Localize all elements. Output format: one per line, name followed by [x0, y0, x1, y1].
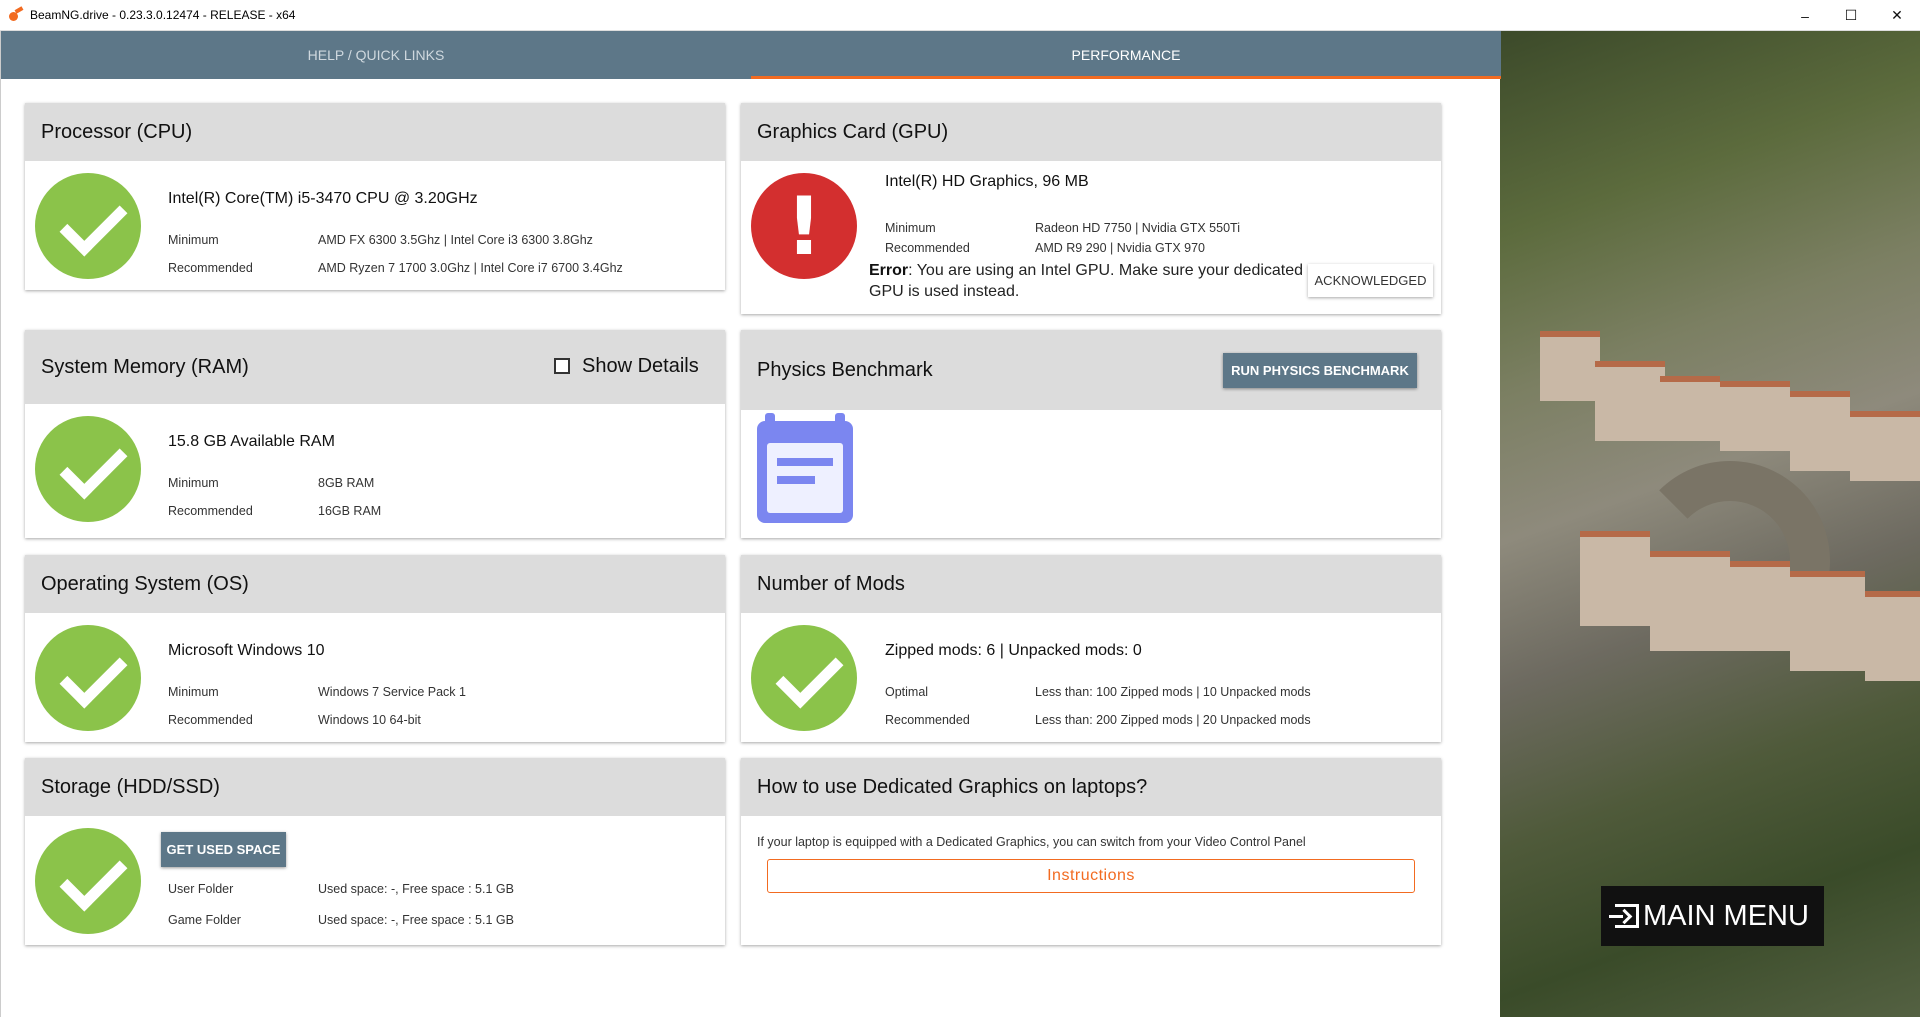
storage-title: Storage (HDD/SSD) — [25, 758, 725, 816]
building — [1790, 571, 1865, 671]
mods-opt-value: Less than: 100 Zipped mods | 10 Unpacked… — [1035, 685, 1311, 699]
laptop-graphics-card: How to use Dedicated Graphics on laptops… — [741, 758, 1441, 945]
cpu-value: Intel(R) Core(TM) i5-3470 CPU @ 3.20GHz — [168, 190, 478, 207]
run-physics-benchmark-button[interactable]: RUN PHYSICS BENCHMARK — [1223, 353, 1417, 388]
mods-rec-value: Less than: 200 Zipped mods | 20 Unpacked… — [1035, 713, 1311, 727]
gpu-error-text: : You are using an Intel GPU. Make sure … — [869, 262, 1304, 300]
check-icon — [35, 625, 141, 731]
storage-card: Storage (HDD/SSD) GET USED SPACE User Fo… — [25, 758, 725, 945]
mods-card: Number of Mods Zipped mods: 6 | Unpacked… — [741, 555, 1441, 742]
maximize-icon[interactable]: ☐ — [1828, 0, 1874, 31]
ram-min-value: 8GB RAM — [318, 476, 375, 490]
building — [1660, 376, 1720, 441]
os-rec-label: Recommended — [168, 713, 253, 727]
os-card: Operating System (OS) Microsoft Windows … — [25, 555, 725, 742]
ram-card: System Memory (RAM) Show Details 15.8 GB… — [25, 330, 725, 538]
building — [1730, 561, 1790, 651]
cpu-title: Processor (CPU) — [25, 103, 725, 161]
exit-to-menu-icon — [1609, 904, 1639, 928]
tab-help-quick-links[interactable]: HELP / QUICK LINKS — [1, 31, 751, 79]
gpu-rec-label: Recommended — [885, 241, 970, 255]
building — [1595, 361, 1665, 441]
window-controls: – ☐ ✕ — [1782, 0, 1920, 31]
window-title: BeamNG.drive - 0.23.3.0.12474 - RELEASE … — [30, 8, 296, 22]
building — [1850, 411, 1920, 481]
user-folder-value: Used space: -, Free space : 5.1 GB — [318, 882, 514, 896]
gpu-error-label: Error — [869, 262, 909, 279]
os-rec-value: Windows 10 64-bit — [318, 713, 421, 727]
ram-title: System Memory (RAM) — [41, 355, 249, 378]
mods-value: Zipped mods: 6 | Unpacked mods: 0 — [885, 642, 1142, 659]
laptop-help-text: If your laptop is equipped with a Dedica… — [757, 835, 1306, 849]
user-folder-label: User Folder — [168, 882, 234, 896]
get-used-space-button[interactable]: GET USED SPACE — [161, 832, 286, 867]
os-title: Operating System (OS) — [25, 555, 725, 613]
check-icon — [35, 828, 141, 934]
building — [1790, 391, 1850, 471]
beamng-logo-icon — [8, 7, 24, 23]
cpu-min-label: Minimum — [168, 233, 219, 247]
ram-min-label: Minimum — [168, 476, 219, 490]
check-icon — [751, 625, 857, 731]
gpu-value: Intel(R) HD Graphics, 96 MB — [885, 173, 1089, 190]
os-min-label: Minimum — [168, 685, 219, 699]
cpu-rec-value: AMD Ryzen 7 1700 3.0Ghz | Intel Core i7 … — [318, 261, 623, 275]
title-bar: BeamNG.drive - 0.23.3.0.12474 - RELEASE … — [0, 0, 1920, 31]
tab-performance[interactable]: PERFORMANCE — [751, 31, 1501, 79]
mods-opt-label: Optimal — [885, 685, 929, 699]
gpu-card: Graphics Card (GPU) ! Intel(R) HD Graphi… — [741, 103, 1441, 314]
mods-rec-label: Recommended — [885, 713, 970, 727]
show-details-checkbox[interactable] — [554, 358, 570, 374]
check-icon — [35, 173, 141, 279]
main-menu-label: MAIN MENU — [1643, 899, 1809, 932]
mods-title: Number of Mods — [741, 555, 1441, 613]
ram-rec-label: Recommended — [168, 504, 253, 518]
gpu-min-value: Radeon HD 7750 | Nvidia GTX 550Ti — [1035, 221, 1240, 235]
cpu-card: Processor (CPU) Intel(R) Core(TM) i5-347… — [25, 103, 725, 290]
building — [1865, 591, 1920, 681]
building — [1540, 331, 1600, 401]
os-min-value: Windows 7 Service Pack 1 — [318, 685, 466, 699]
background-scene-image — [1500, 31, 1920, 1017]
gpu-error-message: Error: You are using an Intel GPU. Make … — [869, 260, 1309, 302]
close-icon[interactable]: ✕ — [1874, 0, 1920, 31]
ram-rec-value: 16GB RAM — [318, 504, 382, 518]
os-value: Microsoft Windows 10 — [168, 642, 325, 659]
ram-value: 15.8 GB Available RAM — [168, 433, 335, 450]
cpu-rec-label: Recommended — [168, 261, 253, 275]
laptop-title: How to use Dedicated Graphics on laptops… — [741, 758, 1441, 816]
notepad-icon — [757, 413, 853, 523]
acknowledged-button[interactable]: ACKNOWLEDGED — [1308, 264, 1433, 297]
game-folder-value: Used space: -, Free space : 5.1 GB — [318, 913, 514, 927]
instructions-button[interactable]: Instructions — [767, 859, 1415, 893]
minimize-icon[interactable]: – — [1782, 0, 1828, 31]
error-icon: ! — [751, 173, 857, 279]
tab-bar: HELP / QUICK LINKS PERFORMANCE — [1, 31, 1501, 79]
cpu-min-value: AMD FX 6300 3.5Ghz | Intel Core i3 6300 … — [318, 233, 593, 247]
building — [1720, 381, 1790, 451]
gpu-title: Graphics Card (GPU) — [741, 103, 1441, 161]
building — [1650, 551, 1730, 651]
physics-title: Physics Benchmark — [757, 358, 933, 381]
gpu-rec-value: AMD R9 290 | Nvidia GTX 970 — [1035, 241, 1205, 255]
main-menu-button[interactable]: MAIN MENU — [1601, 886, 1824, 946]
game-folder-label: Game Folder — [168, 913, 241, 927]
building — [1580, 531, 1650, 626]
gpu-min-label: Minimum — [885, 221, 936, 235]
check-icon — [35, 416, 141, 522]
show-details-label[interactable]: Show Details — [582, 355, 699, 378]
